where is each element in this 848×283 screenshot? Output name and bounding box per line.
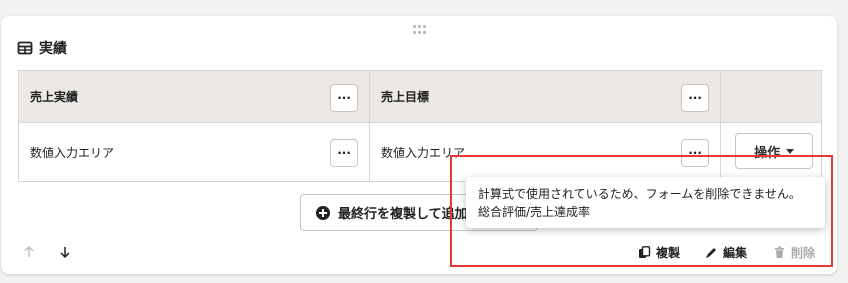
header-cell-actions bbox=[720, 70, 822, 123]
table-cell: 数値入力エリア ··· bbox=[17, 122, 371, 182]
delete-label: 削除 bbox=[791, 245, 816, 260]
table-cell: 数値入力エリア ··· bbox=[369, 122, 722, 182]
cell-placeholder: 数値入力エリア bbox=[30, 145, 115, 160]
header-label: 売上目標 bbox=[381, 90, 430, 104]
section-header: 実績 bbox=[17, 39, 67, 57]
caret-down-icon bbox=[786, 148, 795, 154]
cell-placeholder: 数値入力エリア bbox=[381, 145, 466, 160]
operation-label: 操作 bbox=[754, 145, 781, 161]
delete-disabled-tooltip: 計算式で使用されているため、フォームを削除できません。 総合評価/売上達成率 bbox=[466, 177, 825, 228]
header-cell-sales-actual: 売上実績 ··· bbox=[17, 70, 371, 123]
table-icon bbox=[17, 41, 33, 55]
delete-button[interactable]: 削除 bbox=[773, 243, 815, 261]
move-down-icon[interactable] bbox=[58, 245, 72, 259]
pencil-icon bbox=[706, 247, 716, 258]
edit-button[interactable]: 編集 bbox=[705, 243, 747, 261]
cell-menu-button[interactable]: ··· bbox=[681, 139, 710, 167]
copy-label: 複製 bbox=[656, 245, 681, 260]
edit-label: 編集 bbox=[723, 245, 748, 260]
data-table: 売上実績 ··· 売上目標 ··· 数値入力エリア ··· 数値入力エリア ··… bbox=[17, 70, 822, 182]
copy-icon bbox=[639, 245, 651, 258]
header-cell-sales-target: 売上目標 ··· bbox=[369, 70, 722, 123]
column-menu-button[interactable]: ··· bbox=[681, 84, 710, 112]
table-cell-actions: 操作 bbox=[720, 122, 822, 182]
tooltip-message: 計算式で使用されているため、フォームを削除できません。 bbox=[478, 187, 801, 201]
tooltip-formula-name: 総合評価/売上達成率 bbox=[478, 205, 591, 219]
section-title: 実績 bbox=[39, 41, 67, 57]
operation-dropdown-button[interactable]: 操作 bbox=[735, 133, 814, 169]
copy-button[interactable]: 複製 bbox=[638, 243, 680, 261]
table-header-row: 売上実績 ··· 売上目標 ··· bbox=[17, 70, 822, 123]
duplicate-last-row-label: 最終行を複製して追加 bbox=[338, 207, 468, 222]
trash-icon bbox=[775, 246, 784, 258]
drag-handle-icon[interactable] bbox=[413, 25, 427, 35]
add-circle-icon bbox=[316, 205, 330, 220]
move-up-icon[interactable] bbox=[22, 245, 36, 259]
table-row: 数値入力エリア ··· 数値入力エリア ··· 操作 bbox=[17, 122, 822, 182]
header-label: 売上実績 bbox=[30, 90, 79, 104]
column-menu-button[interactable]: ··· bbox=[330, 84, 359, 112]
cell-menu-button[interactable]: ··· bbox=[330, 139, 359, 167]
